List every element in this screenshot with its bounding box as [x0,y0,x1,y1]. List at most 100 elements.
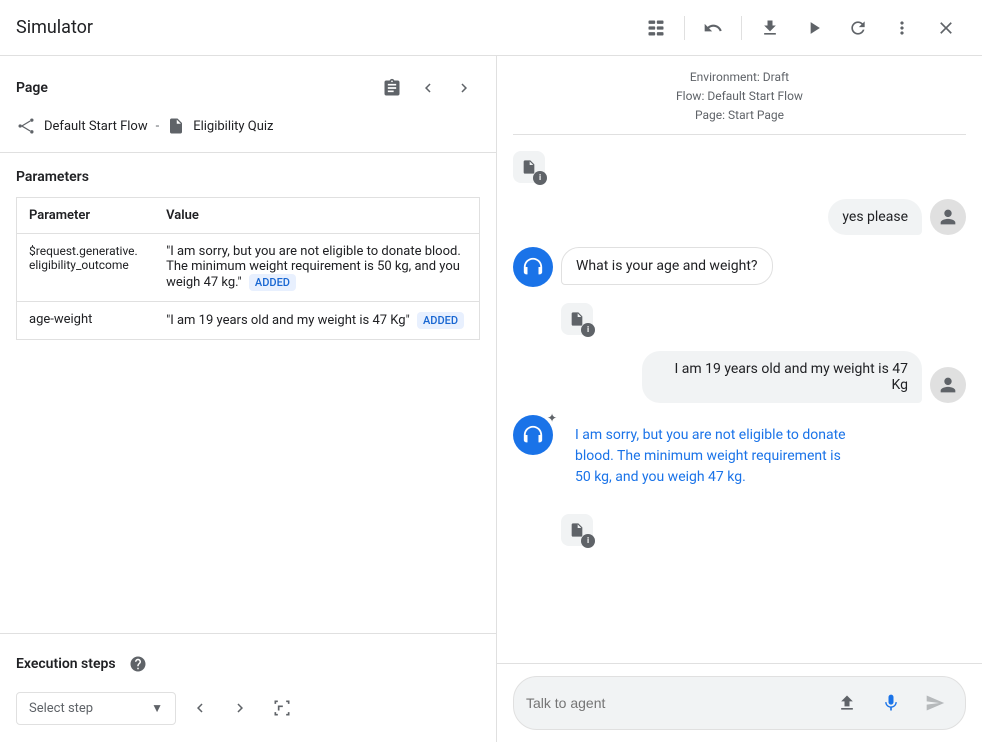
env-line3: Page: Start Page [513,106,966,125]
chat-messages: i yes please What is your [497,135,982,663]
help-button[interactable] [124,650,152,678]
send-icon [925,693,945,713]
prev-step-button[interactable] [184,692,216,724]
import-button[interactable] [829,685,865,721]
doc-icon-row-2: i [513,299,966,339]
table-row: age-weight "I am 19 years old and my wei… [17,302,480,340]
grid-icon [646,18,666,38]
param-name-2: age-weight [17,302,155,340]
step-select-label: Select step [29,701,93,716]
exec-header: Execution steps [16,650,480,678]
download-icon [760,18,780,38]
info-badge: i [533,171,547,185]
doc-icon-3: i [561,514,593,546]
env-line2: Flow: Default Start Flow [513,87,966,106]
more-icon [892,18,912,38]
chat-input-row [513,676,966,730]
focus-icon [272,698,292,718]
col-param: Parameter [17,198,155,234]
bubble-user-2: I am 19 years old and my weight is 47 Kg [642,351,922,403]
mic-button[interactable] [873,685,909,721]
header-toolbar [636,8,966,48]
left-panel: Page [0,56,497,742]
play-button[interactable] [794,8,834,48]
divider2 [741,16,742,40]
chat-input[interactable] [526,695,821,711]
exec-controls: Select step ▼ [16,690,480,726]
exec-section: Execution steps Select step ▼ [0,633,496,742]
message-row-user-2: I am 19 years old and my weight is 47 Kg [513,351,966,403]
app-title: Simulator [16,17,93,38]
doc-icon-1: i [513,151,545,183]
info-badge-2: i [581,323,595,337]
page-nav [376,72,480,104]
chevron-right-icon [455,79,473,97]
divider [684,16,685,40]
bot-avatar-1 [513,247,553,287]
env-line1: Environment: Draft [513,68,966,87]
help-icon [129,655,147,673]
params-label: Parameters [16,169,480,185]
step-select[interactable]: Select step ▼ [16,692,176,725]
prev-page-button[interactable] [412,72,444,104]
param-value-1: "I am sorry, but you are not eligible to… [154,234,479,302]
focus-button[interactable] [264,690,300,726]
doc-icon-row-3: i [513,510,966,550]
undo-icon [703,18,723,38]
refresh-button[interactable] [838,8,878,48]
path-separator: - [156,119,160,134]
user-avatar-1 [930,199,966,235]
info-badge-3: i [581,534,595,548]
clipboard-icon [382,78,402,98]
headset-icon-ai [522,424,544,446]
close-button[interactable] [926,8,966,48]
page-section: Page [0,56,496,153]
col-value: Value [154,198,479,234]
next-step-button[interactable] [224,692,256,724]
added-badge-2: ADDED [417,312,464,329]
table-row: $request.generative.eligibility_outcome … [17,234,480,302]
params-table: Parameter Value $request.generative.elig… [16,197,480,340]
more-button[interactable] [882,8,922,48]
page-label: Page [16,80,48,96]
header: Simulator [0,0,982,56]
clipboard-button[interactable] [376,72,408,104]
params-section: Parameters Parameter Value $request.gene… [0,153,496,633]
page-name: Eligibility Quiz [193,119,273,134]
chevron-down-icon: ▼ [151,701,163,715]
send-button[interactable] [917,685,953,721]
page-doc-icon [167,117,185,135]
chevron-left-icon [419,79,437,97]
param-name-1: $request.generative.eligibility_outcome [17,234,155,302]
message-row-bot-ai: ✦ I am sorry, but you are not eligible t… [513,415,966,498]
flow-icon [16,116,36,136]
close-icon [936,18,956,38]
headset-icon [522,256,544,278]
sparkle-icon: ✦ [547,411,557,425]
next-page-button[interactable] [448,72,480,104]
bubble-bot-ai: I am sorry, but you are not eligible to … [561,415,861,498]
doc-icon-row-top: i [513,147,966,187]
chat-input-area [497,663,982,742]
download-button[interactable] [750,8,790,48]
message-row-bot-1: What is your age and weight? [513,247,966,287]
person-icon [937,206,959,228]
message-row-user-1: yes please [513,199,966,235]
play-icon [804,18,824,38]
import-icon [837,693,857,713]
added-badge-1: ADDED [249,274,296,291]
mic-icon [881,693,901,713]
grid-icon-button[interactable] [636,8,676,48]
page-path: Default Start Flow - Eligibility Quiz [16,116,480,136]
bubble-bot-1: What is your age and weight? [561,247,773,285]
undo-button[interactable] [693,8,733,48]
page-header: Page [16,72,480,104]
bot-avatar-ai: ✦ [513,415,553,455]
chat-env-info: Environment: Draft Flow: Default Start F… [497,56,982,134]
bubble-user-1: yes please [828,199,922,235]
refresh-icon [848,18,868,38]
flow-name: Default Start Flow [44,119,148,134]
param-value-2: "I am 19 years old and my weight is 47 K… [154,302,479,340]
doc-icon-2: i [561,303,593,335]
right-panel: Environment: Draft Flow: Default Start F… [497,56,982,742]
